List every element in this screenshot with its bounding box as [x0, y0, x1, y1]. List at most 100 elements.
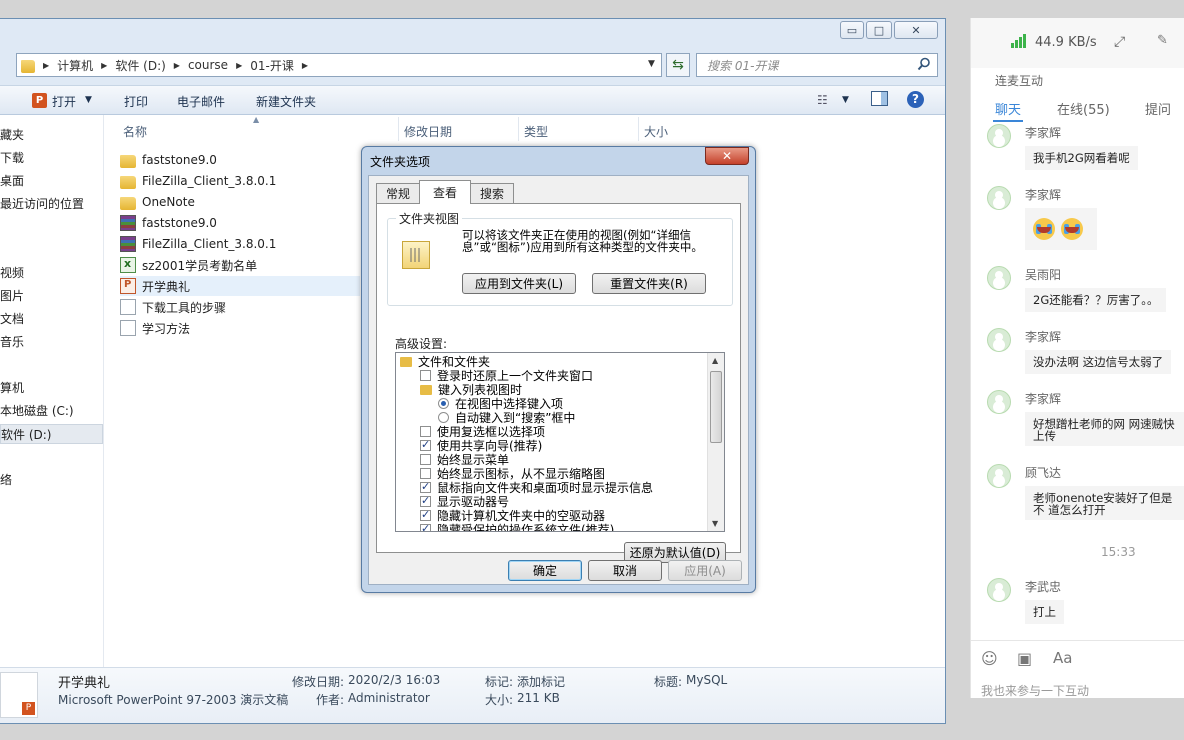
- option-always-show-menus[interactable]: 始终显示菜单: [420, 453, 509, 467]
- tab-online[interactable]: 在线(55): [1057, 99, 1110, 118]
- search-icon[interactable]: [917, 57, 931, 71]
- checkbox[interactable]: [420, 508, 431, 522]
- breadcrumb-computer[interactable]: 计算机: [57, 57, 93, 74]
- option-select-typed-item[interactable]: 在视图中选择键入项: [438, 397, 563, 411]
- chevron-down-icon[interactable]: ▼: [842, 95, 849, 105]
- checkbox[interactable]: [420, 426, 431, 437]
- reset-folders-button[interactable]: 重置文件夹(R): [592, 273, 706, 294]
- file-row[interactable]: 学习方法: [120, 318, 360, 338]
- apply-to-folders-button[interactable]: 应用到文件夹(L): [462, 273, 576, 294]
- pin-icon[interactable]: ✎: [1157, 33, 1168, 48]
- advanced-settings-list[interactable]: 文件和文件夹 登录时还原上一个文件夹窗口 键入列表视图时 在视图中选择键入项 自…: [395, 352, 725, 532]
- file-row[interactable]: faststone9.0: [120, 150, 360, 170]
- option-sharing-wizard[interactable]: 使用共享向导(推荐): [420, 438, 542, 453]
- status-tags-value[interactable]: 添加标记: [517, 673, 565, 690]
- tab-view[interactable]: 查看: [419, 180, 471, 204]
- section-title[interactable]: 连麦互动: [995, 72, 1043, 89]
- expand-icon[interactable]: ⤢: [1114, 34, 1125, 50]
- image-icon[interactable]: ▣: [1017, 649, 1032, 668]
- close-button[interactable]: ✕: [894, 21, 938, 39]
- dialog-close-button[interactable]: ✕: [705, 147, 749, 165]
- status-title-value[interactable]: MySQL: [686, 673, 727, 687]
- column-separator[interactable]: [398, 117, 399, 141]
- checkbox[interactable]: [420, 454, 431, 465]
- sidebar-item-documents[interactable]: 文档: [0, 309, 24, 329]
- sidebar-item-downloads[interactable]: 下载: [0, 148, 24, 168]
- option-hide-protected-files[interactable]: 隐藏受保护的操作系统文件(推荐): [420, 522, 614, 531]
- help-icon[interactable]: ?: [907, 91, 924, 108]
- checkbox[interactable]: [420, 494, 431, 508]
- new-folder-button[interactable]: 新建文件夹: [256, 93, 316, 110]
- option-always-show-icons[interactable]: 始终显示图标，从不显示缩略图: [420, 467, 605, 481]
- tab-chat[interactable]: 聊天: [995, 99, 1021, 118]
- file-row[interactable]: FileZilla_Client_3.8.0.1: [120, 171, 360, 191]
- file-row[interactable]: 下载工具的步骤: [120, 297, 360, 317]
- checkbox[interactable]: [420, 480, 431, 494]
- file-row[interactable]: OneNote: [120, 192, 360, 212]
- column-header-modified[interactable]: 修改日期: [404, 123, 452, 140]
- checkbox[interactable]: [420, 468, 431, 479]
- column-separator[interactable]: [518, 117, 519, 141]
- scrollbar-thumb[interactable]: [710, 371, 722, 443]
- address-dropdown-icon[interactable]: ▼: [648, 59, 655, 69]
- file-row[interactable]: FileZilla_Client_3.8.0.1: [120, 234, 360, 254]
- breadcrumb-current[interactable]: 01-开课: [250, 57, 294, 74]
- file-row[interactable]: sz2001学员考勤名单: [120, 255, 360, 275]
- breadcrumb-drive-d[interactable]: 软件 (D:): [115, 57, 165, 74]
- cancel-button[interactable]: 取消: [588, 560, 662, 581]
- breadcrumb-course[interactable]: course: [188, 58, 228, 72]
- sidebar-item-pictures[interactable]: 图片: [0, 286, 24, 306]
- sidebar-item-network[interactable]: 络: [0, 470, 12, 490]
- advanced-list-scrollbar[interactable]: ▲ ▼: [707, 353, 724, 531]
- sidebar-item-favorites[interactable]: 藏夹: [0, 125, 24, 145]
- checkbox[interactable]: [420, 522, 431, 531]
- option-type-into-search[interactable]: 自动键入到“搜索”框中: [438, 411, 575, 425]
- checkbox[interactable]: [420, 370, 431, 381]
- column-header-name[interactable]: 名称: [123, 123, 147, 140]
- sidebar-item-videos[interactable]: 视频: [0, 263, 24, 283]
- checkbox[interactable]: [420, 438, 431, 452]
- maximize-button[interactable]: □: [866, 21, 892, 39]
- sidebar-item-computer[interactable]: 算机: [0, 378, 24, 398]
- column-separator[interactable]: [638, 117, 639, 141]
- chevron-right-icon[interactable]: ▶: [302, 61, 308, 70]
- option-show-tooltips[interactable]: 鼠标指向文件夹和桌面项时显示提示信息: [420, 480, 653, 495]
- refresh-button[interactable]: ⇆: [666, 53, 690, 77]
- option-show-drive-letters[interactable]: 显示驱动器号: [420, 494, 509, 509]
- chat-input[interactable]: 我也来参与一下互动: [981, 682, 1089, 699]
- option-hide-empty-drives[interactable]: 隐藏计算机文件夹中的空驱动器: [420, 508, 605, 523]
- font-icon[interactable]: Aa: [1053, 649, 1072, 667]
- preview-pane-icon[interactable]: [871, 91, 888, 106]
- open-button[interactable]: 打开: [52, 93, 76, 110]
- sidebar-item-drive-d[interactable]: 软件 (D:): [0, 424, 103, 444]
- sidebar-item-recent[interactable]: 最近访问的位置: [0, 194, 84, 214]
- tab-search[interactable]: 搜索: [470, 183, 514, 203]
- tab-general[interactable]: 常规: [376, 183, 420, 203]
- address-bar[interactable]: ▶ 计算机 ▶ 软件 (D:) ▶ course ▶ 01-开课 ▶: [16, 53, 662, 77]
- view-options-icon[interactable]: ☷: [817, 93, 828, 107]
- radio-button[interactable]: [438, 398, 449, 409]
- email-button[interactable]: 电子邮件: [177, 93, 225, 110]
- chevron-right-icon[interactable]: ▶: [174, 61, 180, 70]
- column-header-size[interactable]: 大小: [644, 123, 668, 140]
- scroll-up-icon[interactable]: ▲: [712, 356, 718, 365]
- option-use-checkboxes[interactable]: 使用复选框以选择项: [420, 425, 545, 439]
- print-button[interactable]: 打印: [124, 93, 148, 110]
- chevron-down-icon[interactable]: ▼: [85, 95, 92, 105]
- sidebar-item-desktop[interactable]: 桌面: [0, 171, 24, 191]
- file-row-selected[interactable]: 开学典礼: [120, 276, 360, 296]
- sidebar-item-music[interactable]: 音乐: [0, 332, 24, 352]
- file-row[interactable]: faststone9.0: [120, 213, 360, 233]
- minimize-button[interactable]: ▭: [840, 21, 864, 39]
- radio-button[interactable]: [438, 412, 449, 423]
- tab-questions[interactable]: 提问: [1145, 99, 1171, 118]
- sidebar-item-drive-c[interactable]: 本地磁盘 (C:): [0, 401, 74, 421]
- option-restore-windows[interactable]: 登录时还原上一个文件夹窗口: [420, 369, 593, 383]
- ok-button[interactable]: 确定: [508, 560, 582, 581]
- search-input[interactable]: 搜索 01-开课: [696, 53, 938, 77]
- scroll-down-icon[interactable]: ▼: [712, 519, 718, 528]
- chevron-right-icon[interactable]: ▶: [101, 61, 107, 70]
- emoji-icon[interactable]: ☺: [981, 649, 998, 668]
- chevron-right-icon[interactable]: ▶: [236, 61, 242, 70]
- apply-button[interactable]: 应用(A): [668, 560, 742, 581]
